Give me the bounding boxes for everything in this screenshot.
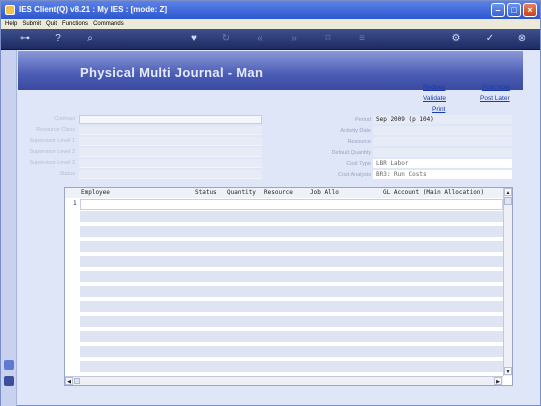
post-later-link[interactable]: Post Later [480,95,510,102]
cost-analysis-label: Cost Analysis [337,172,371,178]
table-row[interactable] [80,301,503,312]
table-row[interactable] [80,316,503,327]
window-title: IES Client(Q) v8.21 : My IES : [mode: Z] [19,5,168,14]
period-field[interactable]: Sep 2009 (p 104) [373,115,512,124]
bookmark-icon[interactable]: ⌑ [321,32,335,46]
table-row[interactable] [80,199,503,210]
left-sidebar [1,50,17,406]
menu-quit[interactable]: Quit [46,19,57,29]
supervisor-level-1-field[interactable] [79,137,262,146]
table-row[interactable] [80,346,503,357]
help-icon[interactable]: ? [51,32,65,46]
default-quantity-label: Default Quantity [331,150,371,156]
menu-help[interactable]: Help [5,19,17,29]
app-icon [5,5,15,15]
scroll-down-icon[interactable]: ▼ [504,367,512,375]
contract-label: Contract [54,116,75,122]
menu-functions[interactable]: Functions [62,19,88,29]
col-job-alloc[interactable]: Job Allo [310,188,339,198]
scroll-thumb[interactable] [504,197,512,205]
settings-icon[interactable]: ⚙ [449,32,463,46]
check-icon[interactable]: ✓ [483,32,497,46]
title-bar: IES Client(Q) v8.21 : My IES : [mode: Z]… [1,1,540,19]
toolbar: ⊶ ? ⌕ ♥ ↻ « » ⌑ ≡ ⚙ ✓ ⊗ [1,29,540,50]
hscroll-thumb[interactable] [74,378,80,384]
supervisor-level-3-label: Supervisor Level 3 [29,160,75,166]
menu-bar: Help Submit Quit Functions Commands [1,19,540,29]
table-row[interactable] [80,256,503,267]
resource-class-field[interactable] [79,126,262,135]
menu-icon[interactable] [4,376,14,386]
col-employee[interactable]: Employee [81,188,110,198]
minimize-button[interactable]: – [491,3,505,17]
resource-class-label: Resource Class [36,127,75,133]
supervisor-level-2-label: Supervisor Level 2 [29,149,75,155]
resource-field[interactable] [373,137,512,146]
col-quantity[interactable]: Quantity [227,188,256,198]
resource-label: Resource [347,139,371,145]
page-title: Physical Multi Journal - Man [80,65,264,80]
col-resource[interactable]: Resource [264,188,293,198]
validate-link[interactable]: Validate [423,95,446,102]
back-icon[interactable]: « [253,32,267,46]
table-row[interactable] [80,271,503,282]
table-row[interactable] [80,361,503,372]
scroll-right-icon[interactable]: ▶ [494,377,502,385]
default-quantity-field[interactable] [373,148,512,157]
cost-type-field[interactable]: LBR Labor [373,159,512,168]
page-header: Physical Multi Journal - Man [18,51,523,90]
search-icon[interactable]: ⌕ [83,32,97,46]
favorite-icon[interactable]: ♥ [187,32,201,46]
key-icon[interactable]: ⊶ [15,32,35,46]
supervisor-level-1-label: Supervisor Level 1 [29,138,75,144]
row-number: 1 [73,200,77,207]
print-link[interactable]: Print [432,106,445,113]
refresh-icon[interactable]: ↻ [219,32,233,46]
cancel-icon[interactable]: ⊗ [515,32,529,46]
supervisor-level-2-field[interactable] [79,148,262,157]
menu-commands[interactable]: Commands [93,19,124,29]
menu-submit[interactable]: Submit [22,19,41,29]
post-now-link[interactable]: Post Now [482,84,510,91]
cost-type-label: Cost Type [346,161,371,167]
scroll-left-icon[interactable]: ◀ [65,377,73,385]
redraw-link[interactable]: Redraw [423,84,445,91]
close-button[interactable]: × [523,3,537,17]
col-gl-account[interactable]: GL Account (Main Allocation) [383,188,484,198]
supervisor-level-3-field[interactable] [79,159,262,168]
col-status[interactable]: Status [195,188,217,198]
contract-field[interactable] [79,115,262,124]
status-field[interactable] [79,170,262,179]
status-label: Status [59,171,75,177]
table-row[interactable] [80,331,503,342]
vertical-scrollbar[interactable]: ▲ ▼ [503,188,512,376]
activity-date-label: Activity Date [340,128,371,134]
app-window: IES Client(Q) v8.21 : My IES : [mode: Z]… [0,0,541,406]
activity-date-field[interactable] [373,126,512,135]
scroll-up-icon[interactable]: ▲ [504,188,512,196]
table-row[interactable] [80,241,503,252]
grid-header: Employee Status Quantity Resource Job Al… [65,188,503,198]
panel-icon[interactable] [4,360,14,370]
journal-grid: Employee Status Quantity Resource Job Al… [64,187,513,386]
table-row[interactable] [80,286,503,297]
maximize-button[interactable]: □ [507,3,521,17]
table-row[interactable] [80,226,503,237]
period-label: Period [355,117,371,123]
list-icon[interactable]: ≡ [355,32,369,46]
horizontal-scrollbar[interactable]: ◀ ▶ [65,376,503,385]
forward-icon[interactable]: » [287,32,301,46]
cost-analysis-field[interactable]: BR3: Run Costs [373,170,512,179]
table-row[interactable] [80,211,503,222]
